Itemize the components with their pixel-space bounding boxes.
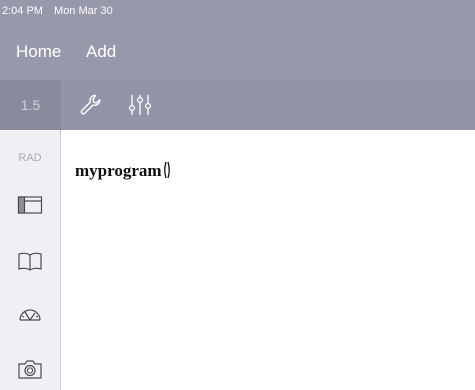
command-line[interactable]: myprogram [75,161,171,181]
camera-icon[interactable] [17,356,43,382]
home-menu[interactable]: Home [16,42,61,62]
status-time: 2:04 PM [2,5,43,17]
add-menu[interactable]: Add [86,42,116,62]
wrench-icon[interactable] [78,92,104,118]
app-menu-bar: Home Add [0,22,475,80]
sidebar: RAD [0,130,61,390]
command-text: myprogram [75,161,162,180]
editor-area[interactable]: myprogram [61,130,475,390]
status-bar: 2:04 PM Mon Mar 30 [0,0,475,22]
zoom-level: 1.5 [0,80,61,130]
status-date: Mon Mar 30 [54,5,113,17]
layout-icon[interactable] [17,192,43,218]
book-icon[interactable] [17,248,43,274]
angle-mode-label[interactable]: RAD [0,152,60,164]
parentheses-input-icon[interactable] [163,161,171,179]
toolbar: 1.5 [0,80,475,130]
sliders-icon[interactable] [127,92,153,118]
gauge-icon[interactable] [17,302,43,328]
